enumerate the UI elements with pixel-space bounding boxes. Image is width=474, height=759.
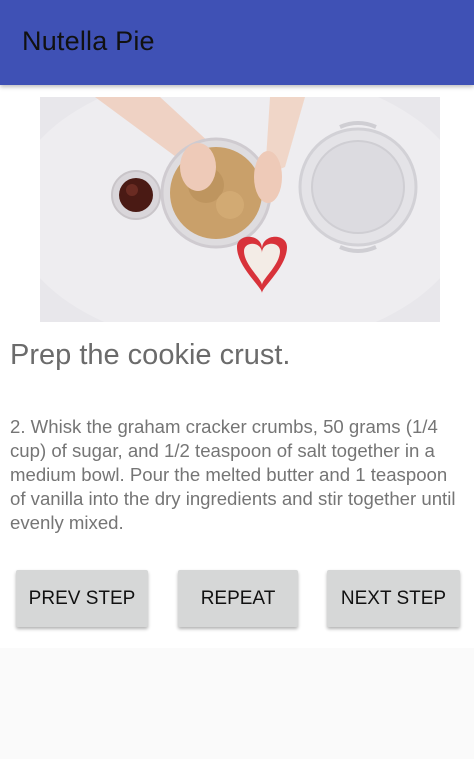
prev-step-button[interactable]: PREV STEP (16, 570, 148, 627)
empty-bottom-area (0, 648, 474, 759)
step-content: Prep the cookie crust. 2. Whisk the grah… (0, 85, 474, 648)
step-instruction: 2. Whisk the graham cracker crumbs, 50 g… (10, 416, 456, 533)
app-bar: Nutella Pie (0, 0, 474, 85)
step-title: Prep the cookie crust. (10, 339, 291, 371)
video-frame-image (40, 97, 440, 322)
step-video[interactable] (40, 97, 440, 322)
app-title: Nutella Pie (22, 26, 155, 56)
next-step-button[interactable]: NEXT STEP (327, 570, 460, 627)
repeat-button[interactable]: REPEAT (178, 570, 298, 627)
